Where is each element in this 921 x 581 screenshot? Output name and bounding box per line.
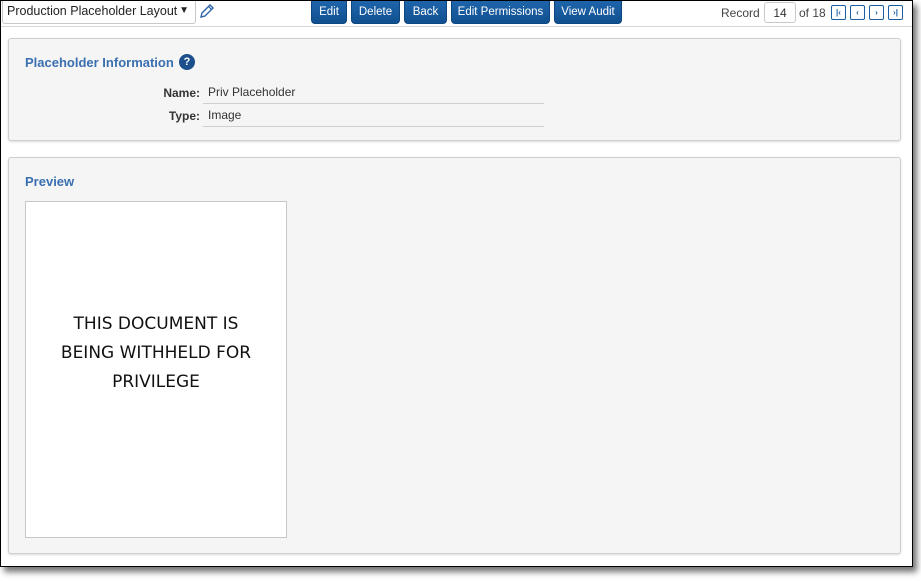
panel-title: Preview (25, 174, 75, 189)
record-label: Record (721, 6, 760, 20)
last-icon: ›| (893, 8, 898, 17)
preview-panel: Preview THIS DOCUMENT IS BEING WITHHELD … (8, 157, 901, 554)
placeholder-information-panel: Placeholder Information ? Name: Priv Pla… (8, 38, 901, 141)
view-audit-button[interactable]: View Audit (554, 1, 622, 24)
back-button[interactable]: Back (404, 1, 447, 24)
last-record-button[interactable]: ›| (888, 5, 903, 20)
chevron-right-icon: › (875, 8, 878, 17)
preview-document-text: THIS DOCUMENT IS BEING WITHHELD FOR PRIV… (60, 314, 252, 392)
name-label: Name: (163, 86, 200, 100)
edit-button[interactable]: Edit (311, 1, 347, 24)
panel-title: Placeholder Information (25, 55, 174, 70)
layout-select-value: Production Placeholder Layout (7, 4, 178, 18)
delete-button[interactable]: Delete (351, 1, 400, 24)
type-label: Type: (168, 109, 200, 123)
first-icon: |‹ (836, 8, 841, 17)
next-record-button[interactable]: › (869, 5, 884, 20)
edit-permissions-button[interactable]: Edit Permissions (451, 1, 550, 24)
record-total: of 18 (799, 6, 826, 20)
previous-record-button[interactable]: ‹ (850, 5, 865, 20)
document-preview: THIS DOCUMENT IS BEING WITHHELD FOR PRIV… (25, 201, 287, 538)
pencil-icon[interactable] (198, 2, 216, 20)
window-frame: Production Placeholder Layout ▼ Edit Del… (0, 0, 913, 567)
help-icon[interactable]: ? (179, 54, 195, 70)
record-number-input[interactable] (764, 2, 796, 23)
type-value: Image (203, 107, 544, 127)
layout-select[interactable]: Production Placeholder Layout ▼ (2, 1, 196, 24)
chevron-left-icon: ‹ (856, 8, 859, 17)
first-record-button[interactable]: |‹ (831, 5, 846, 20)
name-value: Priv Placeholder (203, 84, 544, 104)
caret-down-icon: ▼ (179, 5, 189, 16)
toolbar: Production Placeholder Layout ▼ Edit Del… (1, 1, 912, 27)
